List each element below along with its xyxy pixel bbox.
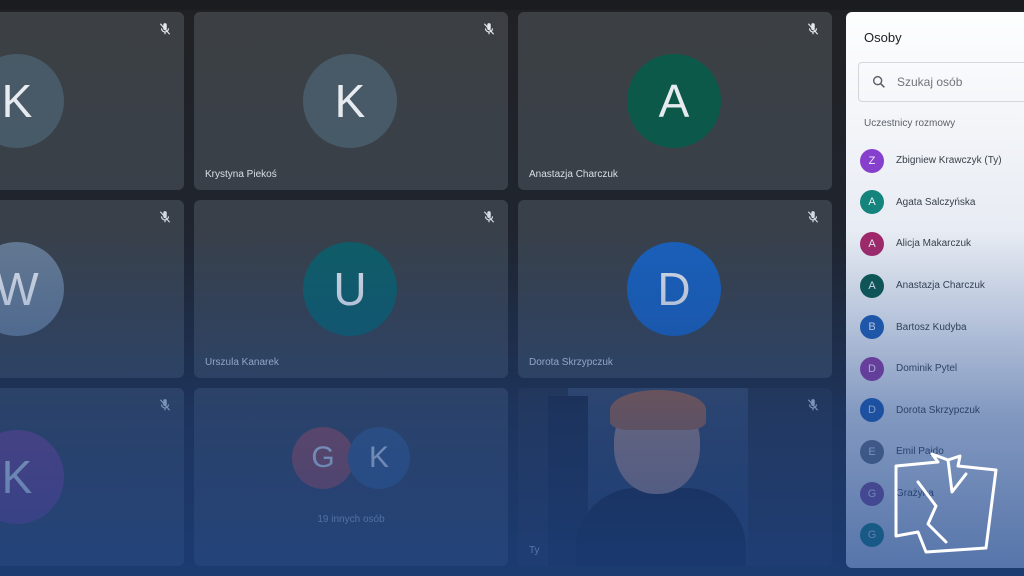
participant-avatar: K (0, 54, 64, 148)
list-avatar: A (860, 231, 884, 256)
participant-name: Urszula Kanarek (205, 357, 279, 368)
list-name: Zbigniew Krawczyk (Ty) (896, 155, 1002, 167)
mic-off-icon (159, 211, 171, 223)
mic-off-icon (159, 399, 171, 411)
mic-off-icon (483, 211, 495, 223)
others-tile[interactable]: G K 19 innych osób (194, 388, 508, 566)
section-label: Uczestnicy rozmowy (864, 118, 956, 129)
list-item[interactable]: Z Zbigniew Krawczyk (Ty) (846, 140, 1024, 182)
panel-title: Osoby (864, 30, 902, 45)
participant-avatar: K (0, 430, 64, 524)
others-count-label: 19 innych osób (317, 514, 385, 525)
participant-avatar: A (627, 54, 721, 148)
camera-person-body (576, 488, 746, 566)
participant-tile[interactable]: D Dorota Skrzypczuk (518, 200, 832, 378)
self-view-tile[interactable]: Ty (518, 388, 832, 566)
list-name: Dominik Pytel (896, 363, 958, 375)
participant-tile[interactable]: W (0, 200, 184, 378)
list-item[interactable]: D Dominik Pytel (846, 348, 1024, 390)
participant-avatar: K (303, 54, 397, 148)
list-name: Agata Salczyńska (896, 196, 976, 208)
list-avatar: G (860, 481, 884, 506)
list-avatar: D (860, 398, 884, 423)
participant-name: Krystyna Piekoś (205, 169, 277, 180)
video-grid: K K Krystyna Piekoś A Anastazja Charczuk… (0, 12, 840, 576)
list-avatar: A (860, 273, 884, 298)
mic-off-icon (483, 23, 495, 35)
mic-off-icon (807, 399, 819, 411)
list-avatar: D (860, 356, 884, 381)
search-box[interactable] (858, 62, 1024, 102)
top-bar (0, 0, 1024, 10)
search-icon (872, 75, 885, 88)
participant-avatar: U (303, 242, 397, 336)
participant-tile[interactable]: U Urszula Kanarek (194, 200, 508, 378)
participant-avatar: D (627, 242, 721, 336)
participant-avatar: W (0, 242, 64, 336)
participant-tile[interactable]: K Krystyna Piekoś (194, 12, 508, 190)
participant-tile[interactable]: K (0, 388, 184, 566)
mic-off-icon (159, 23, 171, 35)
list-name: Dorota Skrzypczuk (896, 404, 980, 416)
hand-logo-icon (894, 452, 998, 554)
participant-tile[interactable]: A Anastazja Charczuk (518, 12, 832, 190)
list-item[interactable]: A Anastazja Charczuk (846, 265, 1024, 307)
search-input[interactable] (895, 74, 1019, 90)
list-item[interactable]: D Dorota Skrzypczuk (846, 390, 1024, 432)
list-name: Bartosz Kudyba (896, 321, 967, 333)
list-avatar: A (860, 190, 884, 215)
participant-name: Anastazja Charczuk (529, 169, 618, 180)
list-avatar: E (860, 439, 884, 464)
list-name: Alicja Makarczuk (896, 238, 972, 250)
participant-tile[interactable]: K (0, 12, 184, 190)
list-item[interactable]: B Bartosz Kudyba (846, 306, 1024, 348)
mic-off-icon (807, 23, 819, 35)
list-avatar: B (860, 315, 884, 340)
list-avatar: G (860, 523, 884, 548)
list-avatar: Z (860, 148, 884, 173)
mic-off-icon (807, 211, 819, 223)
list-name: Anastazja Charczuk (896, 280, 985, 292)
list-item[interactable]: A Agata Salczyńska (846, 182, 1024, 224)
camera-person-hair (610, 390, 706, 430)
participant-name: Dorota Skrzypczuk (529, 357, 613, 368)
others-avatar-2: K (348, 427, 410, 489)
list-item[interactable]: A Alicja Makarczuk (846, 223, 1024, 265)
participant-name: Ty (529, 545, 540, 556)
others-avatar-1: G (292, 427, 354, 489)
